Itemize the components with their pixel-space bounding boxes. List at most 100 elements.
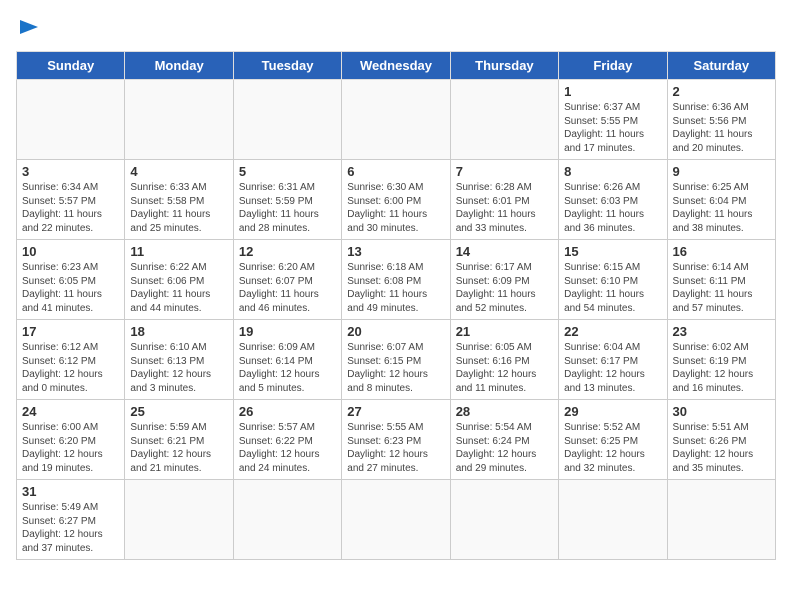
weekday-header-wednesday: Wednesday <box>342 52 450 80</box>
page-header <box>16 16 776 39</box>
day-number: 8 <box>564 164 661 179</box>
calendar-cell: 17 Sunrise: 6:12 AM Sunset: 6:12 PM Dayli… <box>17 320 125 400</box>
calendar-week-1: 3 Sunrise: 6:34 AM Sunset: 5:57 PM Daylig… <box>17 160 776 240</box>
day-info: Sunrise: 5:52 AM Sunset: 6:25 PM Dayligh… <box>564 421 661 475</box>
day-number: 18 <box>130 324 227 339</box>
calendar-cell <box>667 480 775 560</box>
day-number: 13 <box>347 244 444 259</box>
calendar-cell: 28Sunrise: 5:54 AM Sunset: 6:24 PM Dayli… <box>450 400 558 480</box>
calendar-cell: 15 Sunrise: 6:15 AM Sunset: 6:10 PM Dayli… <box>559 240 667 320</box>
calendar-cell <box>450 80 558 160</box>
day-number: 6 <box>347 164 444 179</box>
day-number: 24 <box>22 404 119 419</box>
calendar-week-2: 10Sunrise: 6:23 AM Sunset: 6:05 PM Dayli… <box>17 240 776 320</box>
calendar-cell: 9 Sunrise: 6:25 AM Sunset: 6:04 PM Daylig… <box>667 160 775 240</box>
calendar-cell <box>342 480 450 560</box>
calendar-cell <box>342 80 450 160</box>
day-number: 11 <box>130 244 227 259</box>
calendar-week-5: 31Sunrise: 5:49 AM Sunset: 6:27 PM Dayli… <box>17 480 776 560</box>
day-info: Sunrise: 6:00 AM Sunset: 6:20 PM Dayligh… <box>22 421 119 475</box>
day-info: Sunrise: 5:51 AM Sunset: 6:26 PM Dayligh… <box>673 421 770 475</box>
calendar-cell: 21Sunrise: 6:05 AM Sunset: 6:16 PM Dayli… <box>450 320 558 400</box>
calendar-cell: 2 Sunrise: 6:36 AM Sunset: 5:56 PM Daylig… <box>667 80 775 160</box>
day-info: Sunrise: 6:09 AM Sunset: 6:14 PM Dayligh… <box>239 341 336 395</box>
day-info: Sunrise: 6:10 AM Sunset: 6:13 PM Dayligh… <box>130 341 227 395</box>
day-number: 17 <box>22 324 119 339</box>
calendar-cell <box>125 480 233 560</box>
calendar-cell: 22Sunrise: 6:04 AM Sunset: 6:17 PM Dayli… <box>559 320 667 400</box>
day-info: Sunrise: 6:37 AM Sunset: 5:55 PM Dayligh… <box>564 101 661 155</box>
day-info: Sunrise: 6:28 AM Sunset: 6:01 PM Dayligh… <box>456 181 553 235</box>
day-info: Sunrise: 6:18 AM Sunset: 6:08 PM Dayligh… <box>347 261 444 315</box>
calendar-cell: 11 Sunrise: 6:22 AM Sunset: 6:06 PM Dayli… <box>125 240 233 320</box>
day-number: 3 <box>22 164 119 179</box>
day-info: Sunrise: 6:34 AM Sunset: 5:57 PM Dayligh… <box>22 181 119 235</box>
day-info: Sunrise: 6:15 AM Sunset: 6:10 PM Dayligh… <box>564 261 661 315</box>
calendar-cell: 7 Sunrise: 6:28 AM Sunset: 6:01 PM Daylig… <box>450 160 558 240</box>
day-number: 4 <box>130 164 227 179</box>
day-number: 26 <box>239 404 336 419</box>
day-info: Sunrise: 5:55 AM Sunset: 6:23 PM Dayligh… <box>347 421 444 475</box>
calendar-cell: 8 Sunrise: 6:26 AM Sunset: 6:03 PM Daylig… <box>559 160 667 240</box>
calendar-cell: 26Sunrise: 5:57 AM Sunset: 6:22 PM Dayli… <box>233 400 341 480</box>
calendar-table: SundayMondayTuesdayWednesdayThursdayFrid… <box>16 51 776 560</box>
day-number: 27 <box>347 404 444 419</box>
calendar-cell: 19Sunrise: 6:09 AM Sunset: 6:14 PM Dayli… <box>233 320 341 400</box>
calendar-cell <box>233 80 341 160</box>
calendar-cell: 10Sunrise: 6:23 AM Sunset: 6:05 PM Dayli… <box>17 240 125 320</box>
day-info: Sunrise: 6:22 AM Sunset: 6:06 PM Dayligh… <box>130 261 227 315</box>
day-info: Sunrise: 6:36 AM Sunset: 5:56 PM Dayligh… <box>673 101 770 155</box>
day-number: 20 <box>347 324 444 339</box>
day-info: Sunrise: 5:59 AM Sunset: 6:21 PM Dayligh… <box>130 421 227 475</box>
day-info: Sunrise: 6:14 AM Sunset: 6:11 PM Dayligh… <box>673 261 770 315</box>
calendar-week-3: 17 Sunrise: 6:12 AM Sunset: 6:12 PM Dayli… <box>17 320 776 400</box>
calendar-cell: 29 Sunrise: 5:52 AM Sunset: 6:25 PM Dayli… <box>559 400 667 480</box>
day-number: 7 <box>456 164 553 179</box>
calendar-cell: 23 Sunrise: 6:02 AM Sunset: 6:19 PM Dayli… <box>667 320 775 400</box>
calendar-cell: 20Sunrise: 6:07 AM Sunset: 6:15 PM Dayli… <box>342 320 450 400</box>
calendar-cell: 5Sunrise: 6:31 AM Sunset: 5:59 PM Daylig… <box>233 160 341 240</box>
day-number: 12 <box>239 244 336 259</box>
calendar-cell: 16 Sunrise: 6:14 AM Sunset: 6:11 PM Dayli… <box>667 240 775 320</box>
day-number: 2 <box>673 84 770 99</box>
day-number: 22 <box>564 324 661 339</box>
day-number: 5 <box>239 164 336 179</box>
logo-icon <box>18 16 40 38</box>
day-number: 23 <box>673 324 770 339</box>
day-number: 9 <box>673 164 770 179</box>
calendar-cell: 30Sunrise: 5:51 AM Sunset: 6:26 PM Dayli… <box>667 400 775 480</box>
calendar-cell <box>559 480 667 560</box>
weekday-header-saturday: Saturday <box>667 52 775 80</box>
day-number: 29 <box>564 404 661 419</box>
calendar-cell <box>125 80 233 160</box>
weekday-header-sunday: Sunday <box>17 52 125 80</box>
calendar-cell <box>17 80 125 160</box>
weekday-header-monday: Monday <box>125 52 233 80</box>
calendar-cell: 14 Sunrise: 6:17 AM Sunset: 6:09 PM Dayli… <box>450 240 558 320</box>
day-number: 15 <box>564 244 661 259</box>
day-info: Sunrise: 6:25 AM Sunset: 6:04 PM Dayligh… <box>673 181 770 235</box>
calendar-cell: 13 Sunrise: 6:18 AM Sunset: 6:08 PM Dayli… <box>342 240 450 320</box>
calendar-week-0: 1Sunrise: 6:37 AM Sunset: 5:55 PM Daylig… <box>17 80 776 160</box>
calendar-cell: 12 Sunrise: 6:20 AM Sunset: 6:07 PM Dayli… <box>233 240 341 320</box>
day-info: Sunrise: 6:17 AM Sunset: 6:09 PM Dayligh… <box>456 261 553 315</box>
logo <box>16 16 40 39</box>
day-info: Sunrise: 6:33 AM Sunset: 5:58 PM Dayligh… <box>130 181 227 235</box>
day-number: 21 <box>456 324 553 339</box>
calendar-cell: 1Sunrise: 6:37 AM Sunset: 5:55 PM Daylig… <box>559 80 667 160</box>
day-number: 28 <box>456 404 553 419</box>
calendar-cell: 27 Sunrise: 5:55 AM Sunset: 6:23 PM Dayli… <box>342 400 450 480</box>
day-info: Sunrise: 6:12 AM Sunset: 6:12 PM Dayligh… <box>22 341 119 395</box>
day-info: Sunrise: 6:20 AM Sunset: 6:07 PM Dayligh… <box>239 261 336 315</box>
calendar-cell: 25Sunrise: 5:59 AM Sunset: 6:21 PM Dayli… <box>125 400 233 480</box>
day-info: Sunrise: 6:26 AM Sunset: 6:03 PM Dayligh… <box>564 181 661 235</box>
calendar-cell: 3 Sunrise: 6:34 AM Sunset: 5:57 PM Daylig… <box>17 160 125 240</box>
day-number: 14 <box>456 244 553 259</box>
calendar-cell <box>450 480 558 560</box>
calendar-cell <box>233 480 341 560</box>
day-info: Sunrise: 6:23 AM Sunset: 6:05 PM Dayligh… <box>22 261 119 315</box>
day-number: 16 <box>673 244 770 259</box>
weekday-header-tuesday: Tuesday <box>233 52 341 80</box>
day-info: Sunrise: 6:30 AM Sunset: 6:00 PM Dayligh… <box>347 181 444 235</box>
day-info: Sunrise: 6:02 AM Sunset: 6:19 PM Dayligh… <box>673 341 770 395</box>
